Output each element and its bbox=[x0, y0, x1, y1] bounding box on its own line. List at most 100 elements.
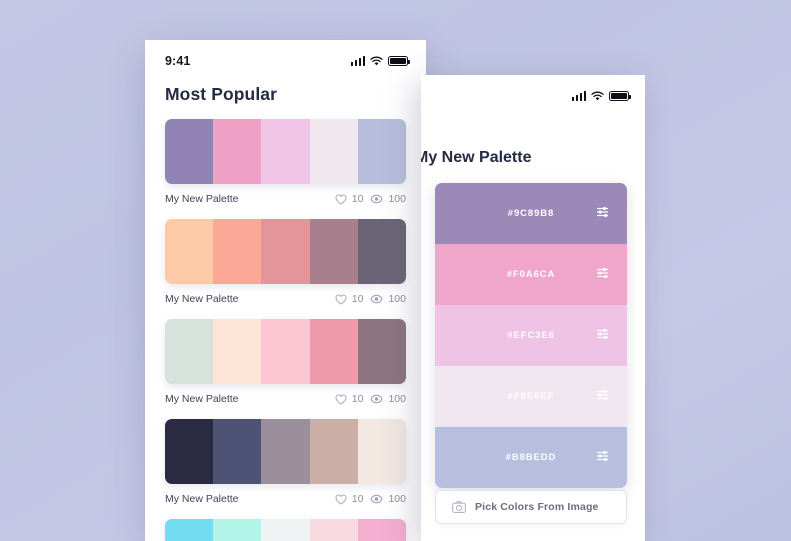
swatch[interactable] bbox=[357, 519, 406, 541]
sliders-icon[interactable] bbox=[596, 388, 609, 406]
like-stat[interactable]: 10 bbox=[335, 293, 364, 305]
swatch[interactable] bbox=[261, 519, 310, 541]
palette-swatch-row[interactable] bbox=[165, 519, 406, 541]
palette-meta: My New Palette 10 100 bbox=[165, 193, 406, 205]
eye-icon bbox=[371, 294, 383, 304]
hex-label: #B8BEDD bbox=[505, 452, 557, 463]
palette-meta: My New Palette 10 100 bbox=[165, 393, 406, 405]
view-stat[interactable]: 100 bbox=[370, 293, 406, 305]
view-stat[interactable]: 100 bbox=[370, 193, 406, 205]
phone-card-most-popular: 9:41 Most Popular My New Palette 10 100 … bbox=[145, 40, 426, 541]
like-stat[interactable]: 10 bbox=[335, 393, 364, 405]
swatch[interactable] bbox=[309, 419, 358, 484]
swatch[interactable] bbox=[309, 119, 358, 184]
color-row[interactable]: #EFC3E6 bbox=[435, 305, 627, 366]
palette-name: My New Palette bbox=[165, 293, 239, 305]
signal-bars-icon bbox=[350, 56, 365, 66]
palette-stats: 10 100 bbox=[335, 293, 406, 305]
view-stat[interactable]: 100 bbox=[370, 393, 406, 405]
sliders-icon[interactable] bbox=[596, 327, 609, 345]
view-count: 100 bbox=[388, 393, 406, 405]
phone-card-my-new-palette: My New Palette #9C89B8 #F0A6CA #EFC3E6 #… bbox=[421, 75, 645, 541]
list-item[interactable]: My New Palette 10 100 bbox=[165, 419, 406, 505]
status-icon-group bbox=[571, 91, 631, 101]
heart-icon bbox=[335, 193, 347, 205]
palette-list: My New Palette 10 100 My New Palette 10 … bbox=[145, 105, 426, 541]
swatch[interactable] bbox=[213, 219, 262, 284]
swatch[interactable] bbox=[213, 419, 262, 484]
palette-meta: My New Palette 10 100 bbox=[165, 293, 406, 305]
hex-label: #EFC3E6 bbox=[507, 330, 555, 341]
palette-stats: 10 100 bbox=[335, 393, 406, 405]
palette-swatch-row[interactable] bbox=[165, 119, 406, 184]
palette-name: My New Palette bbox=[165, 193, 239, 205]
eye-icon bbox=[371, 394, 383, 404]
color-row[interactable]: #9C89B8 bbox=[435, 183, 627, 244]
like-count: 10 bbox=[351, 393, 364, 405]
list-item[interactable] bbox=[165, 519, 406, 541]
palette-swatch-row[interactable] bbox=[165, 219, 406, 284]
swatch[interactable] bbox=[357, 419, 406, 484]
sliders-icon[interactable] bbox=[596, 266, 609, 284]
swatch[interactable] bbox=[309, 219, 358, 284]
palette-name: My New Palette bbox=[165, 493, 239, 505]
hex-label: #F0E6EF bbox=[507, 391, 555, 402]
color-stack: #9C89B8 #F0A6CA #EFC3E6 #F0E6EF #B8BEDD bbox=[435, 183, 627, 488]
list-item[interactable]: My New Palette 10 100 bbox=[165, 219, 406, 305]
palette-stats: 10 100 bbox=[335, 193, 406, 205]
heart-icon bbox=[335, 393, 347, 405]
color-row[interactable]: #B8BEDD bbox=[435, 427, 627, 488]
swatch[interactable] bbox=[165, 419, 214, 484]
view-count: 100 bbox=[388, 193, 406, 205]
swatch[interactable] bbox=[261, 219, 310, 284]
palette-meta: My New Palette 10 100 bbox=[165, 493, 406, 505]
swatch[interactable] bbox=[213, 519, 262, 541]
view-stat[interactable]: 100 bbox=[370, 493, 406, 505]
like-stat[interactable]: 10 bbox=[335, 493, 363, 505]
swatch[interactable] bbox=[357, 219, 406, 284]
swatch[interactable] bbox=[261, 419, 310, 484]
sliders-icon[interactable] bbox=[596, 449, 609, 467]
hex-label: #F0A6CA bbox=[506, 269, 556, 280]
page-title: My New Palette bbox=[421, 149, 532, 166]
status-icon-group bbox=[350, 56, 410, 66]
swatch[interactable] bbox=[357, 319, 406, 384]
list-item[interactable]: My New Palette 10 100 bbox=[165, 119, 406, 205]
swatch[interactable] bbox=[213, 119, 262, 184]
signal-bars-icon bbox=[571, 91, 586, 101]
wifi-icon bbox=[591, 91, 604, 101]
swatch[interactable] bbox=[357, 119, 406, 184]
swatch[interactable] bbox=[165, 119, 214, 184]
pick-colors-label: Pick Colors From Image bbox=[475, 501, 599, 513]
pick-colors-from-image-button[interactable]: Pick Colors From Image bbox=[435, 490, 627, 524]
eye-icon bbox=[371, 194, 383, 204]
palette-swatch-row[interactable] bbox=[165, 419, 406, 484]
swatch[interactable] bbox=[261, 119, 310, 184]
swatch[interactable] bbox=[213, 319, 262, 384]
swatch[interactable] bbox=[165, 519, 214, 541]
like-count: 10 bbox=[351, 293, 364, 305]
swatch[interactable] bbox=[165, 219, 214, 284]
palette-swatch-row[interactable] bbox=[165, 319, 406, 384]
page-title-wrap: My New Palette bbox=[421, 107, 645, 167]
heart-icon bbox=[335, 493, 347, 505]
like-count: 10 bbox=[351, 193, 364, 205]
palette-stats: 10 100 bbox=[335, 493, 406, 505]
sliders-icon[interactable] bbox=[596, 205, 609, 223]
swatch[interactable] bbox=[165, 319, 214, 384]
color-row[interactable]: #F0A6CA bbox=[435, 244, 627, 305]
eye-icon bbox=[371, 494, 383, 504]
list-item[interactable]: My New Palette 10 100 bbox=[165, 319, 406, 405]
view-count: 100 bbox=[388, 493, 406, 505]
color-row[interactable]: #F0E6EF bbox=[435, 366, 627, 427]
heart-icon bbox=[335, 293, 347, 305]
battery-icon bbox=[388, 56, 410, 66]
status-bar-left: 9:41 bbox=[145, 40, 426, 72]
page-title: Most Popular bbox=[165, 84, 278, 104]
view-count: 100 bbox=[388, 293, 406, 305]
swatch[interactable] bbox=[261, 319, 310, 384]
status-time: 9:41 bbox=[165, 54, 191, 68]
swatch[interactable] bbox=[309, 319, 358, 384]
swatch[interactable] bbox=[309, 519, 358, 541]
like-stat[interactable]: 10 bbox=[335, 193, 364, 205]
